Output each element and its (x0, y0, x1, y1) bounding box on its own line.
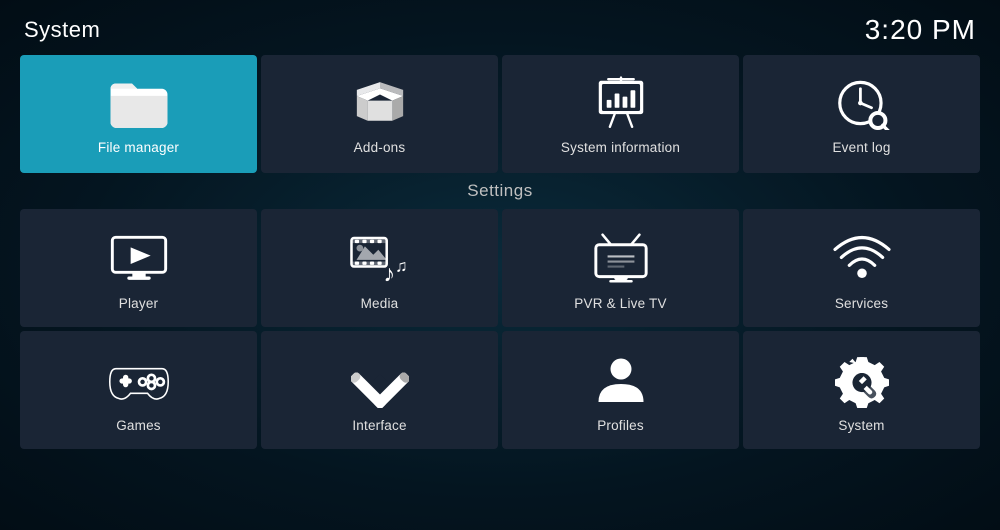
tile-file-manager[interactable]: File manager (20, 55, 257, 173)
file-manager-icon (107, 76, 171, 130)
top-row: File manager (20, 55, 980, 173)
profiles-label: Profiles (597, 418, 644, 433)
tile-player[interactable]: Player (20, 209, 257, 327)
file-manager-label: File manager (98, 140, 179, 155)
svg-text:♪: ♪ (383, 260, 395, 284)
tile-media[interactable]: ♪ ♫ Media (261, 209, 498, 327)
add-ons-label: Add-ons (354, 140, 406, 155)
system-information-icon (589, 76, 653, 130)
pvr-live-tv-label: PVR & Live TV (574, 296, 666, 311)
media-icon: ♪ ♫ (348, 232, 412, 286)
system-icon (830, 354, 894, 408)
games-icon (107, 354, 171, 408)
tile-system-information[interactable]: System information (502, 55, 739, 173)
tile-games[interactable]: Games (20, 331, 257, 449)
services-label: Services (835, 296, 888, 311)
settings-section: Settings Player (20, 181, 980, 449)
games-label: Games (116, 418, 161, 433)
main-content: File manager (0, 55, 1000, 530)
tile-services[interactable]: Services (743, 209, 980, 327)
player-label: Player (119, 296, 158, 311)
top-bar: System 3:20 PM (0, 0, 1000, 54)
clock: 3:20 PM (865, 14, 976, 46)
tile-add-ons[interactable]: Add-ons (261, 55, 498, 173)
settings-title: Settings (20, 181, 980, 201)
system-information-label: System information (561, 140, 680, 155)
tile-event-log[interactable]: Event log (743, 55, 980, 173)
tile-interface[interactable]: Interface (261, 331, 498, 449)
event-log-icon (830, 76, 894, 130)
media-label: Media (361, 296, 399, 311)
svg-text:♫: ♫ (395, 256, 408, 275)
interface-label: Interface (352, 418, 406, 433)
profiles-icon (589, 354, 653, 408)
add-ons-icon (348, 76, 412, 130)
system-label: System (838, 418, 884, 433)
tile-system[interactable]: System (743, 331, 980, 449)
tile-pvr-live-tv[interactable]: PVR & Live TV (502, 209, 739, 327)
tile-profiles[interactable]: Profiles (502, 331, 739, 449)
pvr-live-tv-icon (589, 232, 653, 286)
player-icon (107, 232, 171, 286)
interface-icon (348, 354, 412, 408)
services-icon (830, 232, 894, 286)
event-log-label: Event log (832, 140, 890, 155)
settings-grid: Player (20, 209, 980, 449)
app-title: System (24, 17, 100, 43)
